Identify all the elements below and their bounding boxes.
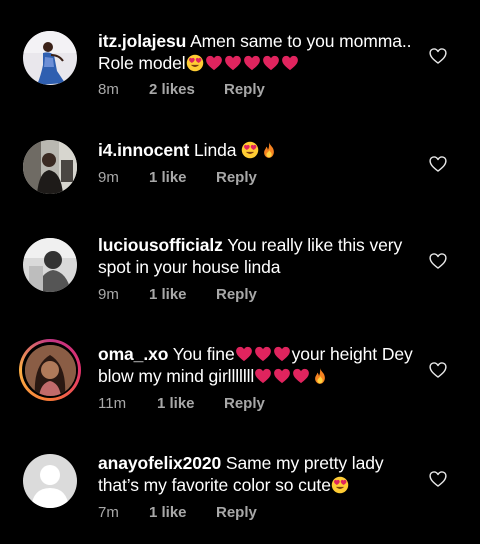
avatar[interactable]: [23, 454, 77, 508]
like-comment-heart-icon[interactable]: [428, 360, 448, 380]
reply-button[interactable]: Reply: [224, 395, 265, 412]
avatar[interactable]: [23, 238, 77, 292]
avatar-image: [24, 344, 76, 396]
comment-text: i4.innocent Linda: [98, 139, 414, 161]
comment-text: oma_.xo You fine your height Dey blow my …: [98, 343, 414, 387]
comment-body: Linda: [194, 140, 242, 160]
like-comment-heart-icon[interactable]: [428, 251, 448, 271]
like-comment-heart-icon[interactable]: [428, 46, 448, 66]
red-heart-emoji: [254, 367, 272, 385]
comment-likes-count[interactable]: 1 like: [149, 504, 187, 521]
heart-eyes-emoji: [186, 54, 204, 72]
heart-eyes-emoji: [331, 476, 349, 494]
like-comment-heart-icon[interactable]: [428, 469, 448, 489]
red-heart-emoji: [262, 54, 280, 72]
red-heart-emoji: [235, 345, 253, 363]
comment-meta: 9m 1 like Reply: [98, 169, 257, 186]
comment-body: You fine: [172, 344, 235, 364]
avatar[interactable]: [23, 140, 77, 194]
comment-timestamp: 9m: [98, 169, 119, 186]
avatar-image: [23, 140, 77, 194]
avatar[interactable]: [23, 31, 77, 85]
reply-button[interactable]: Reply: [216, 286, 257, 303]
red-heart-emoji: [254, 345, 272, 363]
comment-meta: 8m 2 likes Reply: [98, 81, 265, 98]
comment-timestamp: 11m: [98, 395, 127, 412]
heart-eyes-emoji: [241, 141, 259, 159]
comment-likes-count[interactable]: 1 like: [149, 286, 187, 303]
comment-text: luciousofficialz You really like this ve…: [98, 234, 414, 278]
red-heart-emoji: [205, 54, 223, 72]
comment-timestamp: 9m: [98, 286, 119, 303]
default-avatar-image: [23, 454, 77, 508]
avatar-image: [23, 238, 77, 292]
comment-likes-count[interactable]: 1 like: [149, 169, 187, 186]
red-heart-emoji: [224, 54, 242, 72]
comment-username[interactable]: oma_.xo: [98, 344, 168, 364]
comment-timestamp: 8m: [98, 81, 119, 98]
avatar: [24, 344, 76, 396]
comment-username[interactable]: i4.innocent: [98, 140, 189, 160]
avatar-ring-gap: [22, 342, 78, 398]
avatar-with-story-ring[interactable]: [19, 339, 81, 401]
comment-username[interactable]: itz.jolajesu: [98, 31, 186, 51]
red-heart-emoji: [273, 345, 291, 363]
comment-text: anayofelix2020 Same my pretty lady that’…: [98, 452, 414, 496]
comment-text: itz.jolajesu Amen same to you momma.. Ro…: [98, 30, 414, 74]
red-heart-emoji: [281, 54, 299, 72]
comment-meta: 9m 1 like Reply: [98, 286, 257, 303]
red-heart-emoji: [243, 54, 261, 72]
comment-meta: 11m 1 like Reply: [98, 395, 265, 412]
comment-username[interactable]: anayofelix2020: [98, 453, 221, 473]
avatar-image: [23, 31, 77, 85]
reply-button[interactable]: Reply: [224, 81, 265, 98]
fire-emoji: [311, 367, 329, 385]
like-comment-heart-icon[interactable]: [428, 154, 448, 174]
fire-emoji: [260, 141, 278, 159]
reply-button[interactable]: Reply: [216, 169, 257, 186]
red-heart-emoji: [273, 367, 291, 385]
comment-likes-count[interactable]: 1 like: [157, 395, 195, 412]
reply-button[interactable]: Reply: [216, 504, 257, 521]
red-heart-emoji: [292, 367, 310, 385]
comment-meta: 7m 1 like Reply: [98, 504, 257, 521]
comment-username[interactable]: luciousofficialz: [98, 235, 223, 255]
comment-likes-count[interactable]: 2 likes: [149, 81, 195, 98]
comment-timestamp: 7m: [98, 504, 119, 521]
